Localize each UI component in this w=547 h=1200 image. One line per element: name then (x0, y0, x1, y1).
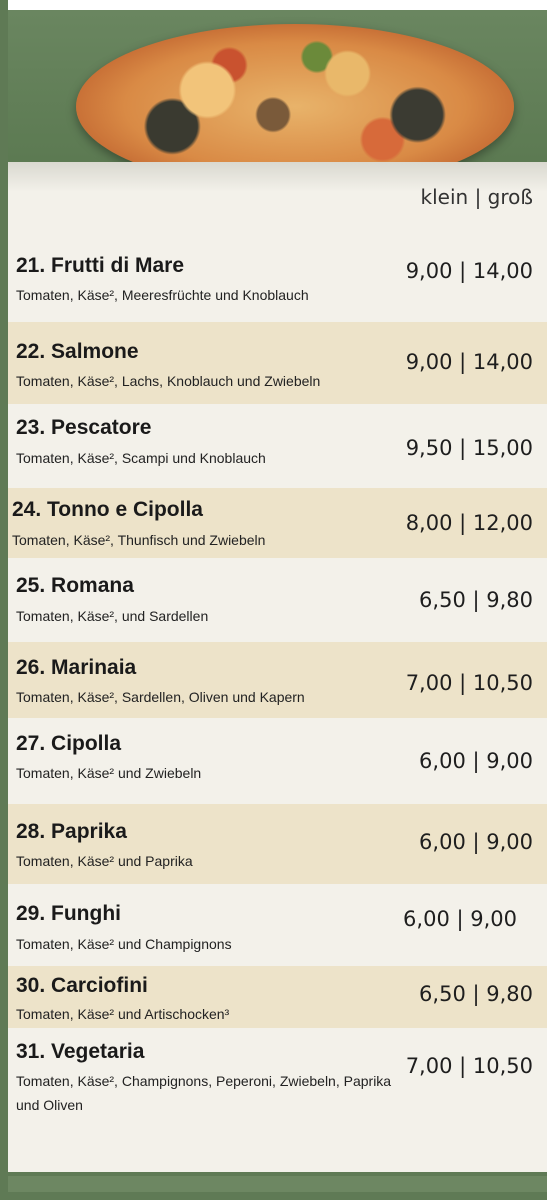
item-description: Tomaten, Käse², Thunfisch und Zwiebeln (12, 532, 266, 548)
menu-page: klein | groß 21. Frutti di Mare Tomaten,… (0, 0, 547, 1200)
item-name: 21. Frutti di Mare (16, 254, 185, 277)
item-description: Tomaten, Käse², und Sardellen (16, 608, 209, 624)
size-header: klein | groß (420, 185, 533, 209)
menu-item-29: 29. Funghi Tomaten, Käse² und Champignon… (8, 884, 547, 964)
item-description: Tomaten, Käse² und Artischocken³ (16, 1006, 230, 1022)
item-price: 7,00 | 10,50 (405, 671, 533, 695)
menu-item-22: 22. Salmone Tomaten, Käse², Lachs, Knobl… (8, 322, 547, 404)
menu-item-23: 23. Pescatore Tomaten, Käse², Scampi und… (8, 404, 547, 488)
item-description: Tomaten, Käse², Scampi und Knoblauch (16, 450, 266, 466)
item-name: 22. Salmone (16, 340, 139, 363)
item-price: 6,50 | 9,80 (419, 588, 533, 612)
item-name: 29. Funghi (16, 902, 121, 925)
menu-item-30: 30. Carciofini Tomaten, Käse² und Artisc… (8, 966, 547, 1028)
item-price: 7,00 | 10,50 (405, 1054, 533, 1078)
top-margin (0, 0, 547, 10)
item-description: Tomaten, Käse² und Champignons (16, 936, 232, 952)
pizza-photo (76, 24, 514, 162)
item-price: 9,50 | 15,00 (405, 436, 533, 460)
left-border (0, 0, 8, 1200)
item-price: 9,00 | 14,00 (405, 350, 533, 374)
item-name: 23. Pescatore (16, 416, 152, 439)
item-description: Tomaten, Käse², Sardellen, Oliven und Ka… (16, 689, 305, 705)
menu-item-21: 21. Frutti di Mare Tomaten, Käse², Meere… (8, 240, 547, 320)
bottom-border-inner (8, 1176, 547, 1192)
menu-item-26: 26. Marinaia Tomaten, Käse², Sardellen, … (8, 642, 547, 718)
item-description: Tomaten, Käse², Meeresfrüchte und Knobla… (16, 287, 309, 303)
item-description: Tomaten, Käse², Champignons, Peperoni, Z… (16, 1073, 392, 1113)
menu-item-31: 31. Vegetaria Tomaten, Käse², Champignon… (8, 1028, 547, 1128)
item-description: Tomaten, Käse², Lachs, Knoblauch und Zwi… (16, 373, 321, 389)
item-price: 6,50 | 9,80 (419, 982, 533, 1006)
item-name: 27. Cipolla (16, 732, 122, 755)
bottom-border (0, 1172, 547, 1200)
menu-item-27: 27. Cipolla Tomaten, Käse² und Zwiebeln … (8, 718, 547, 802)
item-name: 26. Marinaia (16, 656, 137, 679)
item-description: Tomaten, Käse² und Paprika (16, 853, 193, 869)
item-name: 31. Vegetaria (16, 1040, 145, 1063)
item-price: 8,00 | 12,00 (405, 511, 533, 535)
item-name: 30. Carciofini (16, 974, 148, 997)
item-price: 6,00 | 9,00 (403, 907, 517, 931)
item-price: 6,00 | 9,00 (419, 830, 533, 854)
menu-item-24: 24. Tonno e Cipolla Tomaten, Käse², Thun… (8, 488, 547, 558)
item-name: 25. Romana (16, 574, 134, 597)
item-name: 28. Paprika (16, 820, 127, 843)
header-band (8, 10, 547, 162)
item-name: 24. Tonno e Cipolla (12, 498, 203, 521)
menu-item-25: 25. Romana Tomaten, Käse², und Sardellen… (8, 558, 547, 640)
item-description: Tomaten, Käse² und Zwiebeln (16, 765, 202, 781)
item-price: 9,00 | 14,00 (405, 259, 533, 283)
menu-item-28: 28. Paprika Tomaten, Käse² und Paprika 6… (8, 804, 547, 884)
item-price: 6,00 | 9,00 (419, 749, 533, 773)
